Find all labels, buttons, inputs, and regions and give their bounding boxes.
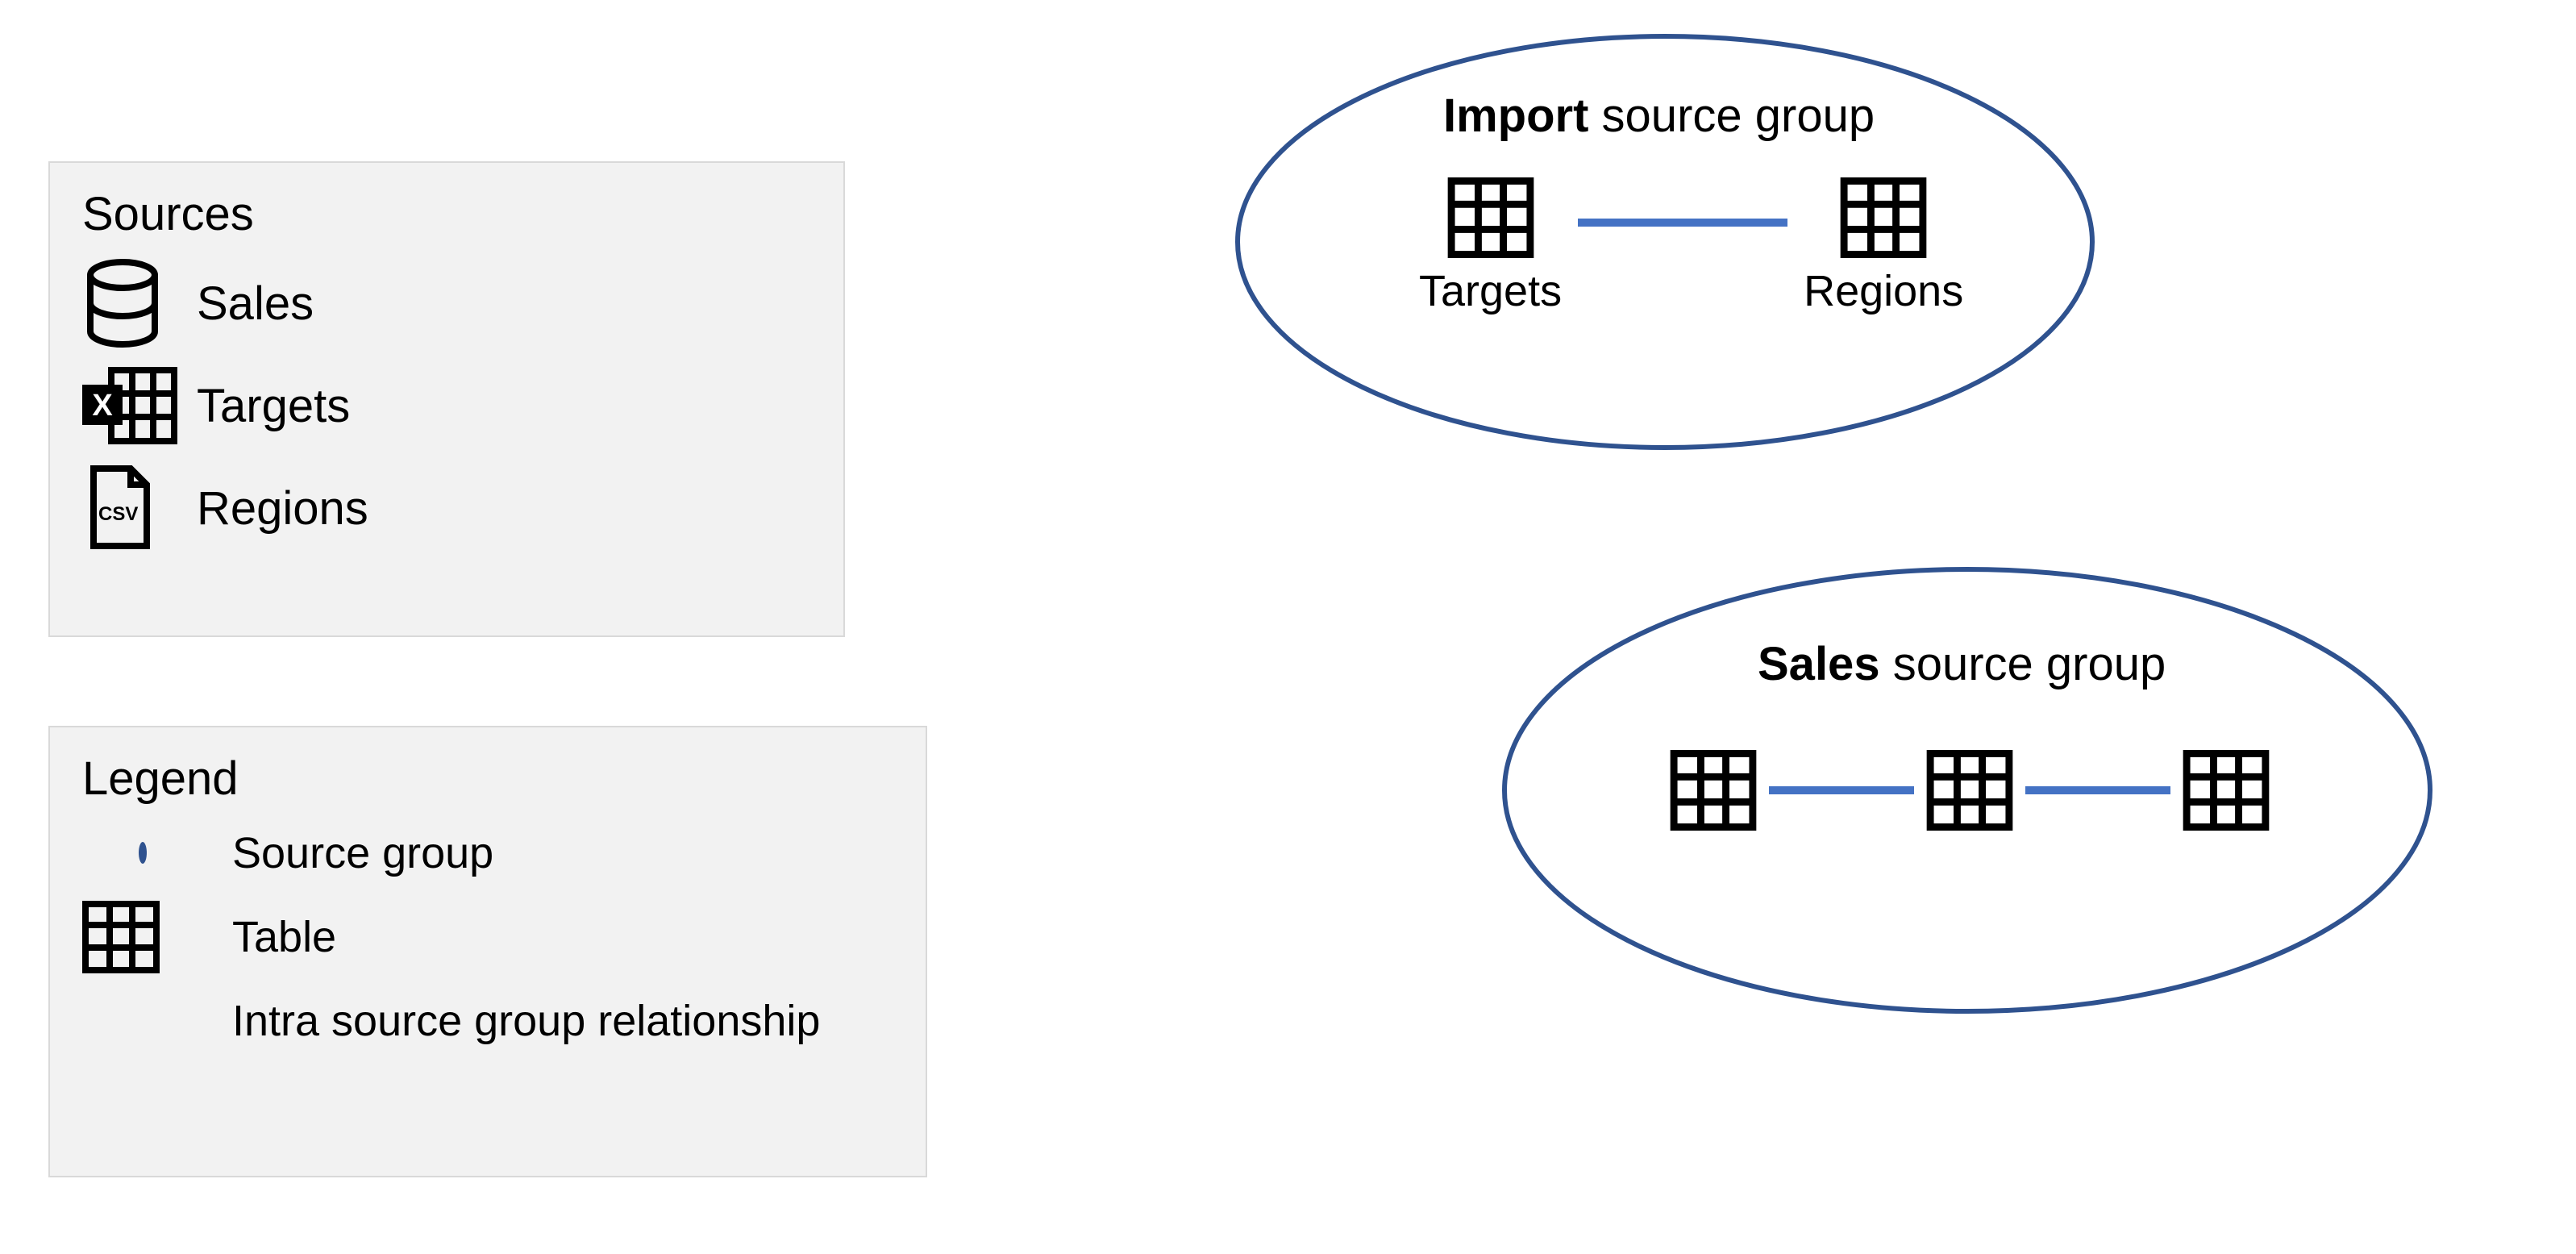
source-item-sales: Sales: [82, 259, 811, 348]
database-icon: [82, 259, 171, 348]
source-item-label: Sales: [197, 277, 314, 331]
legend-item-label: Source group: [232, 828, 493, 878]
import-source-group-title: Import source group: [1443, 89, 1875, 143]
ellipse-icon: [82, 846, 203, 860]
import-source-group-title-rest: source group: [1588, 90, 1875, 142]
sales-source-group-title: Sales source group: [1758, 637, 2166, 691]
sales-group-tables: [1669, 750, 2270, 831]
sales-source-group-title-bold: Sales: [1758, 638, 1880, 690]
table-icon: [1839, 177, 1928, 258]
source-item-regions: CSV Regions: [82, 464, 811, 552]
table-icon: [2182, 750, 2270, 831]
excel-icon: X: [82, 365, 171, 446]
table-label: Targets: [1419, 266, 1562, 316]
table-icon: [1669, 750, 1758, 831]
relationship-line: [2025, 786, 2170, 794]
csv-file-icon: CSV: [82, 464, 171, 552]
source-item-label: Targets: [197, 379, 350, 433]
table-icon: [1446, 177, 1535, 258]
table-node-regions: Regions: [1804, 177, 1963, 316]
sources-panel: Sources Sales X: [48, 161, 845, 637]
legend-item-label: Table: [232, 912, 336, 962]
sources-panel-title: Sources: [82, 187, 811, 241]
sales-source-group-title-rest: source group: [1880, 638, 2166, 690]
table-node-targets: Targets: [1419, 177, 1562, 316]
svg-text:CSV: CSV: [98, 503, 138, 525]
svg-text:X: X: [92, 389, 113, 423]
legend-panel: Legend Source group Table Intra source g…: [48, 726, 927, 1177]
source-item-targets: X Targets: [82, 365, 811, 446]
table-icon: [1925, 750, 2014, 831]
legend-item-relationship: Intra source group relationship: [82, 996, 893, 1046]
legend-item-table: Table: [82, 901, 893, 973]
import-source-group-title-bold: Import: [1443, 90, 1588, 142]
table-icon: [82, 901, 203, 973]
import-group-tables: Targets Regions: [1419, 177, 1963, 316]
source-item-label: Regions: [197, 481, 368, 535]
relationship-line: [1578, 219, 1787, 227]
legend-item-source-group: Source group: [82, 828, 893, 878]
table-label: Regions: [1804, 266, 1963, 316]
legend-panel-title: Legend: [82, 752, 893, 806]
legend-item-label: Intra source group relationship: [232, 996, 820, 1046]
relationship-line: [1769, 786, 1914, 794]
